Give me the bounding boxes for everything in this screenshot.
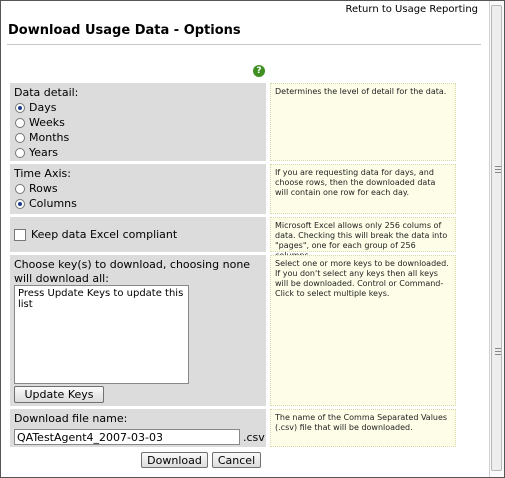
data-detail-options: Data detail: Days Weeks Months Years xyxy=(10,83,266,161)
update-keys-button[interactable]: Update Keys xyxy=(14,386,104,403)
radio-label: Months xyxy=(29,131,70,144)
data-detail-description: Determines the level of detail for the d… xyxy=(270,83,456,161)
excel-compliant-label: Keep data Excel compliant xyxy=(31,227,178,241)
radio-label: Weeks xyxy=(29,116,65,129)
excel-section: Keep data Excel compliant Microsoft Exce… xyxy=(10,217,457,260)
radio-rows[interactable]: Rows xyxy=(15,181,262,196)
keys-options: Choose key(s) to download, choosing none… xyxy=(10,255,266,406)
radio-button[interactable] xyxy=(15,183,25,194)
excel-options: Keep data Excel compliant xyxy=(10,217,266,252)
scrollbar-thumb[interactable] xyxy=(491,5,502,471)
keys-section: Choose key(s) to download, choosing none… xyxy=(10,255,457,406)
radio-button[interactable] xyxy=(15,132,25,143)
time-axis-options: Time Axis: Rows Columns xyxy=(10,164,266,214)
radio-days[interactable]: Days xyxy=(15,100,262,115)
data-detail-label: Data detail: xyxy=(14,86,79,99)
radio-weeks[interactable]: Weeks xyxy=(15,115,262,130)
radio-button[interactable] xyxy=(15,147,25,158)
excel-description: Microsoft Excel allows only 256 colums o… xyxy=(270,217,456,260)
keys-description: Select one or more keys to be downloaded… xyxy=(270,255,456,406)
vertical-scrollbar[interactable] xyxy=(489,1,504,477)
file-name-options: Download file name: .csv xyxy=(10,409,266,447)
action-buttons: Download Cancel xyxy=(141,452,261,468)
time-axis-section: Time Axis: Rows Columns If you are reque… xyxy=(10,164,457,214)
return-to-usage-reporting-link[interactable]: Return to Usage Reporting xyxy=(345,4,478,15)
file-name-description: The name of the Comma Separated Values (… xyxy=(270,409,456,447)
list-item[interactable]: Press Update Keys to update this list xyxy=(18,288,185,310)
radio-button[interactable] xyxy=(15,117,25,128)
file-name-label: Download file name: xyxy=(14,412,128,425)
data-detail-section: Data detail: Days Weeks Months Years Det… xyxy=(10,83,457,161)
radio-button-selected[interactable] xyxy=(15,198,25,209)
radio-label: Days xyxy=(29,101,57,114)
radio-label: Rows xyxy=(29,182,58,195)
file-name-input[interactable] xyxy=(14,429,240,445)
download-button[interactable]: Download xyxy=(141,452,208,468)
grip-icon xyxy=(495,348,501,355)
keys-label: Choose key(s) to download, choosing none… xyxy=(14,258,251,285)
grip-icon xyxy=(495,166,501,173)
keys-listbox[interactable]: Press Update Keys to update this list xyxy=(14,285,189,384)
file-extension: .csv xyxy=(243,431,265,444)
title-divider xyxy=(7,44,481,45)
radio-years[interactable]: Years xyxy=(15,145,262,160)
radio-button-selected[interactable] xyxy=(15,102,25,113)
file-name-section: Download file name: .csv The name of the… xyxy=(10,409,457,447)
top-bar: Return to Usage Reporting xyxy=(1,1,490,18)
radio-months[interactable]: Months xyxy=(15,130,262,145)
radio-columns[interactable]: Columns xyxy=(15,196,262,211)
time-axis-label: Time Axis: xyxy=(14,167,71,180)
excel-compliant-checkbox[interactable] xyxy=(14,228,26,241)
dialog-window: Return to Usage Reporting Download Usage… xyxy=(0,0,505,478)
radio-label: Columns xyxy=(29,197,77,210)
time-axis-description: If you are requesting data for days, and… xyxy=(270,164,456,214)
help-icon[interactable]: ? xyxy=(253,65,265,77)
cancel-button[interactable]: Cancel xyxy=(212,452,261,468)
radio-label: Years xyxy=(29,146,59,159)
page-title: Download Usage Data - Options xyxy=(8,23,241,38)
